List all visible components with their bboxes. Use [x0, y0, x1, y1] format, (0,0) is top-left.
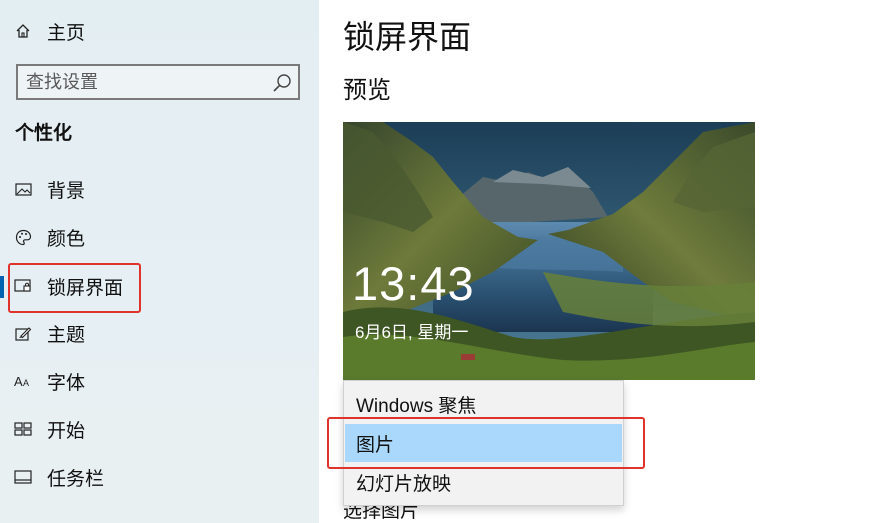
- sidebar-item-taskbar[interactable]: 任务栏: [0, 457, 319, 497]
- sidebar-item-label: 背景: [47, 180, 86, 202]
- image-icon: [14, 180, 32, 198]
- page-title: 锁屏界面: [343, 19, 472, 55]
- nav-home[interactable]: 主页: [0, 11, 319, 51]
- preview-date: 6月6日, 星期一: [355, 323, 469, 342]
- sidebar-item-label: 主题: [47, 324, 86, 346]
- sidebar-item-label: 开始: [47, 420, 86, 442]
- sidebar-item-label: 任务栏: [47, 468, 105, 490]
- palette-icon: [14, 228, 32, 246]
- taskbar-icon: [14, 468, 32, 486]
- preview-heading: 预览: [343, 77, 391, 104]
- svg-text:A: A: [23, 378, 29, 388]
- search-icon[interactable]: [272, 73, 292, 93]
- sidebar-item-background[interactable]: 背景: [0, 169, 319, 209]
- search-input[interactable]: [26, 66, 266, 98]
- sidebar-item-start[interactable]: 开始: [0, 409, 319, 449]
- option-label: Windows 聚焦: [356, 395, 477, 417]
- sidebar-item-themes[interactable]: 主题: [0, 313, 319, 353]
- start-grid-icon: [14, 420, 32, 438]
- lock-screen-preview: 13:43 6月6日, 星期一: [343, 122, 755, 380]
- svg-text:A: A: [14, 374, 23, 388]
- sidebar-item-label: 颜色: [47, 228, 86, 250]
- theme-brush-icon: [14, 324, 32, 342]
- sidebar-item-label: 字体: [47, 372, 86, 394]
- home-icon: [14, 22, 32, 40]
- option-label: 幻灯片放映: [356, 473, 452, 495]
- font-icon: AA: [14, 372, 32, 390]
- highlight-box-lock-screen: [8, 263, 141, 313]
- section-title: 个性化: [15, 123, 73, 144]
- highlight-box-picture-option: [327, 417, 645, 469]
- sidebar: 主页 个性化 背景 颜色 锁屏界面 主题 AA 字体: [0, 0, 319, 523]
- sidebar-item-fonts[interactable]: AA 字体: [0, 361, 319, 401]
- nav-home-label: 主页: [47, 22, 86, 44]
- sidebar-item-colors[interactable]: 颜色: [0, 217, 319, 257]
- search-box[interactable]: [16, 64, 300, 100]
- preview-time: 13:43: [352, 257, 475, 310]
